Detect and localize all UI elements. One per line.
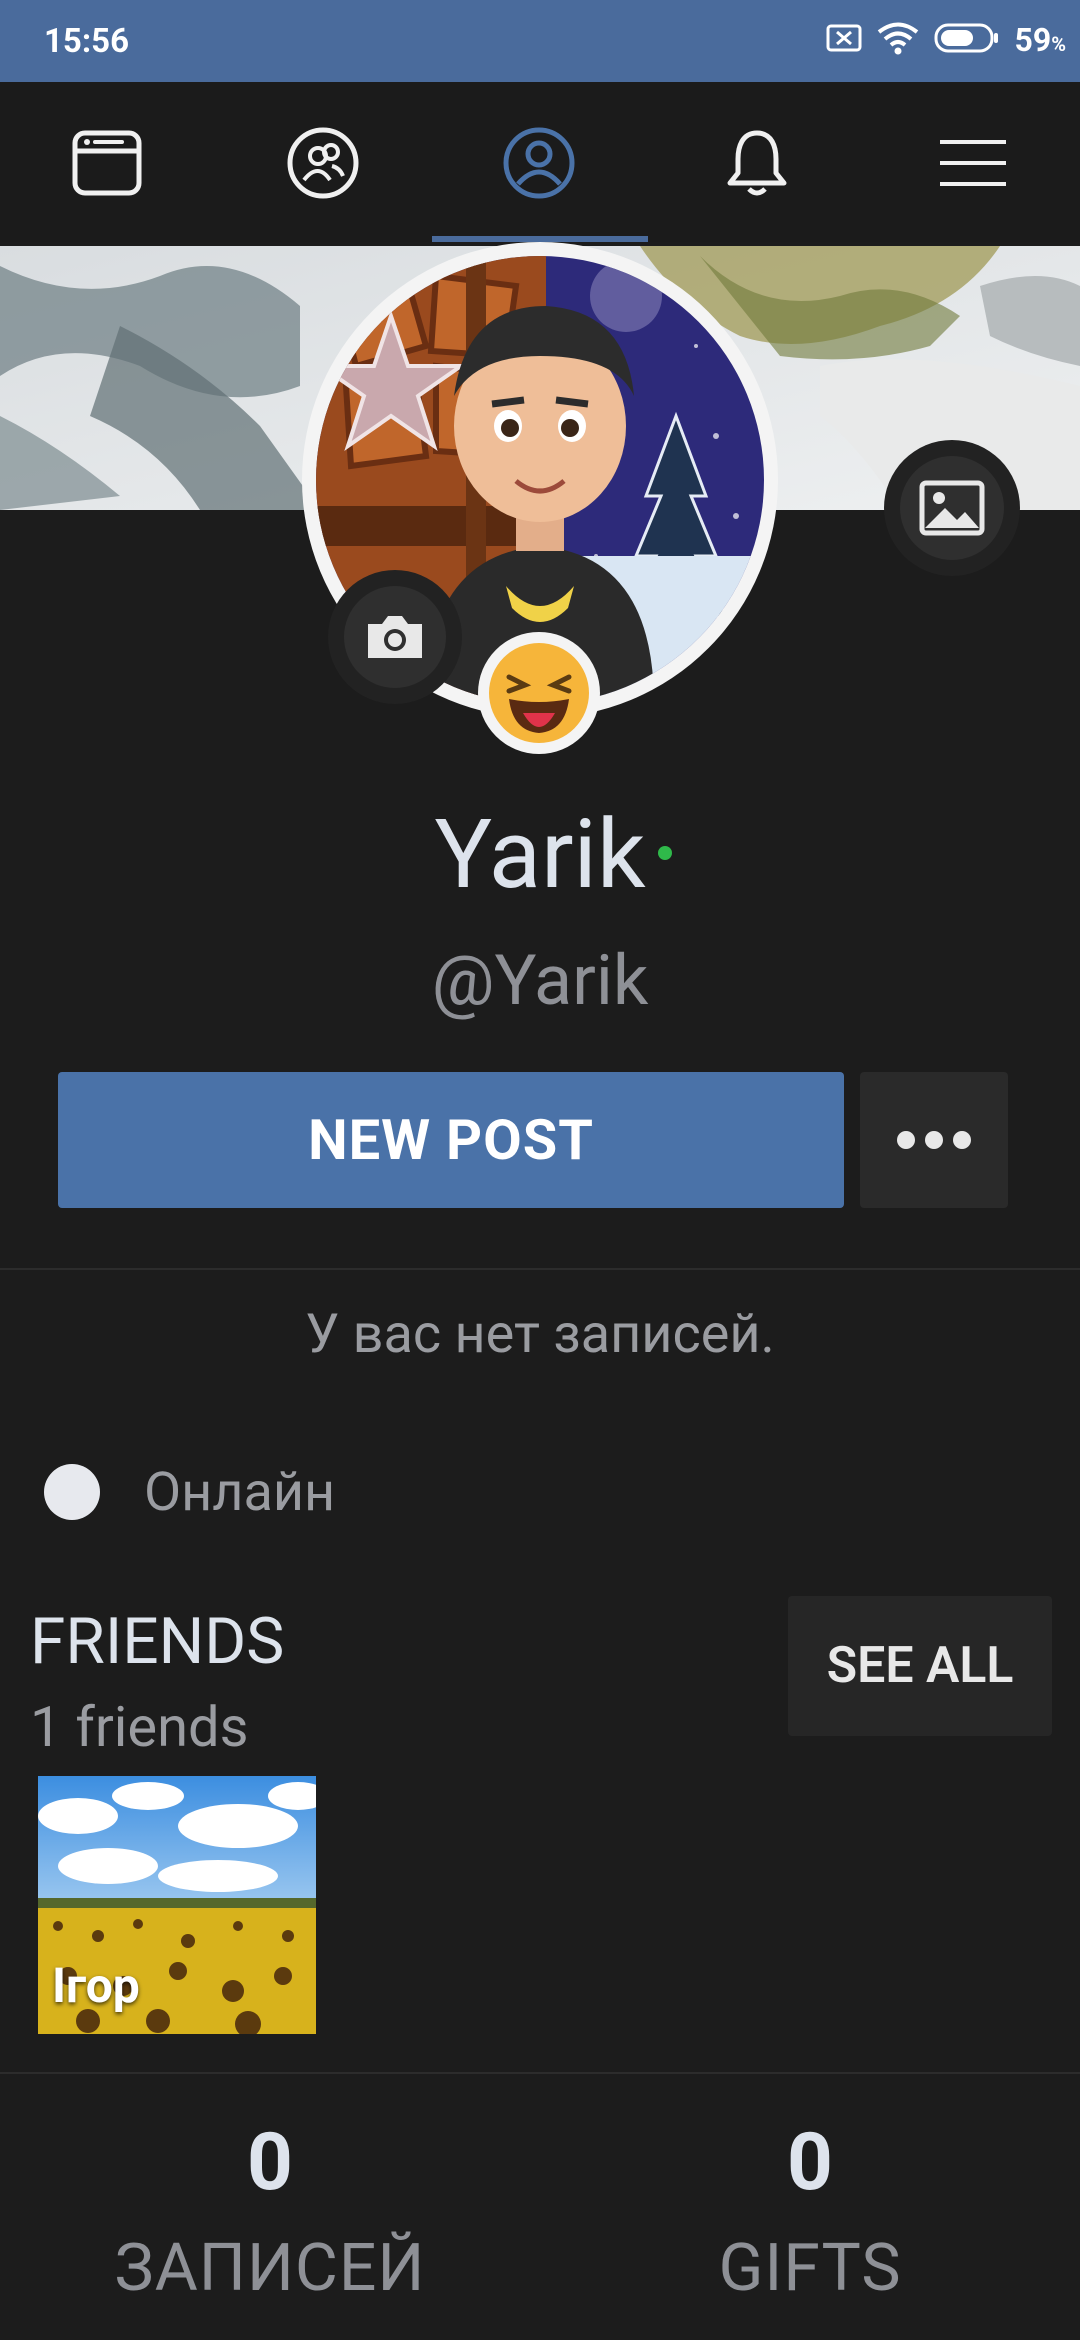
image-icon (919, 480, 985, 536)
top-nav (0, 82, 1080, 242)
change-cover-button[interactable] (884, 440, 1020, 576)
online-indicator (658, 846, 672, 860)
sim-off-icon (826, 23, 862, 57)
stat-posts[interactable]: 0 ЗАПИСЕЙ (0, 2112, 540, 2314)
divider (0, 1268, 1080, 1270)
more-options-button[interactable] (860, 1072, 1008, 1208)
status-label: Онлайн (144, 1460, 336, 1524)
friends-count: 1 friends (30, 1694, 249, 1760)
nav-news-feed[interactable] (52, 108, 162, 218)
nav-notifications[interactable] (702, 108, 812, 218)
new-post-button[interactable]: NEW POST (58, 1072, 844, 1208)
nav-menu[interactable] (918, 108, 1028, 218)
bell-icon (727, 130, 787, 196)
status-icons: 59% (826, 18, 1066, 62)
battery-icon (934, 22, 1000, 58)
profile-icon (503, 127, 575, 199)
status-circle-icon (44, 1464, 100, 1520)
friend-card[interactable]: Ігор (38, 1776, 316, 2034)
nav-profile[interactable] (484, 108, 594, 218)
news-feed-icon (72, 130, 142, 196)
status-bar: 15:56 59% (0, 0, 1080, 82)
laughing-emoji-icon (489, 643, 589, 743)
stat-gifts-value: 0 (787, 2115, 833, 2209)
friend-name: Ігор (52, 1957, 140, 2014)
profile-name: Yarik (434, 799, 646, 911)
profile-handle: @Yarik (431, 940, 649, 1022)
friends-icon (287, 127, 359, 199)
more-dots-icon (897, 1131, 971, 1149)
friends-title: FRIENDS (30, 1604, 285, 1679)
change-avatar-button[interactable] (328, 570, 462, 704)
divider (0, 2072, 1080, 2074)
status-emoji[interactable] (478, 632, 600, 754)
stat-gifts-label: GIFTS (718, 2230, 902, 2307)
menu-icon (940, 140, 1006, 186)
wifi-icon (876, 21, 920, 59)
nav-friends[interactable] (268, 108, 378, 218)
see-all-friends-button[interactable]: SEE ALL (788, 1596, 1052, 1736)
empty-wall-message: У вас нет записей. (305, 1303, 775, 1366)
stat-posts-value: 0 (247, 2115, 293, 2209)
camera-icon (368, 616, 422, 658)
stat-gifts[interactable]: 0 GIFTS (540, 2112, 1080, 2314)
stat-posts-label: ЗАПИСЕЙ (114, 2230, 426, 2307)
status-row[interactable]: Онлайн (44, 1460, 336, 1524)
status-time: 15:56 (44, 22, 130, 61)
battery-percent: 59% (1014, 21, 1066, 59)
